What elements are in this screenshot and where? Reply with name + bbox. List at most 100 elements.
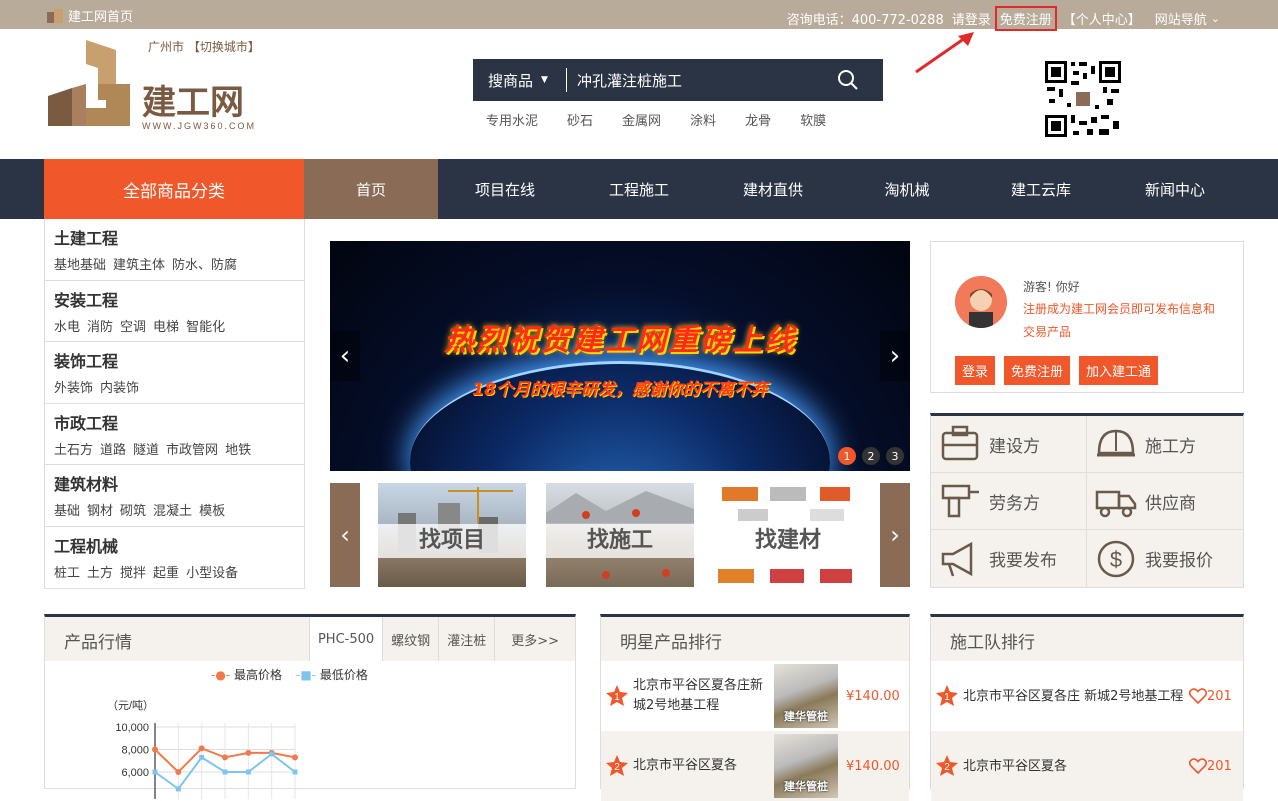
category-link[interactable]: 混凝土 (153, 504, 192, 519)
banner-pagination: 1 2 3 (838, 447, 904, 465)
like-count[interactable]: 201 (1189, 758, 1232, 774)
category-link[interactable]: 防水、防腐 (172, 258, 237, 273)
nav-item-home[interactable]: 首页 (304, 159, 438, 219)
top-bar-links: 咨询电话：400-772-0288 请登录 免费注册 【个人中心】 网站导航 ⌄ (783, 6, 1220, 31)
find-construction-card[interactable]: 找施工 (546, 483, 694, 587)
search-category-select[interactable]: 搜商品 ▼ (473, 68, 567, 92)
market-title: 产品行情 (64, 633, 132, 653)
category-title[interactable]: 安装工程 (54, 287, 304, 311)
category-link[interactable]: 土石方 (54, 443, 93, 458)
data-point (222, 769, 228, 775)
category-link[interactable]: 消防 (87, 320, 113, 335)
hot-keyword[interactable]: 专用水泥 (486, 110, 538, 129)
hot-keyword[interactable]: 金属网 (622, 110, 661, 129)
login-button[interactable]: 登录 (955, 356, 996, 385)
role-quote[interactable]: $ 我要报价 (1087, 530, 1243, 587)
list-item[interactable]: 1 北京市平谷区夏各庄新城2号地基工程 建华管桩 ¥140.00 (601, 661, 909, 731)
find-project-card[interactable]: 找项目 (378, 483, 526, 587)
nav-item-construction[interactable]: 工程施工 (572, 159, 706, 219)
hot-keyword[interactable]: 砂石 (567, 110, 593, 129)
category-link[interactable]: 搅拌 (120, 566, 146, 581)
find-materials-card[interactable]: 找建材 (714, 483, 862, 587)
tab-rebar[interactable]: 螺纹钢 (382, 617, 438, 661)
category-link[interactable]: 地铁 (225, 443, 251, 458)
login-link[interactable]: 请登录 (952, 9, 991, 28)
category-link[interactable]: 市政管网 (166, 443, 218, 458)
category-link[interactable]: 桩工 (54, 566, 80, 581)
category-link[interactable]: 小型设备 (186, 566, 238, 581)
team-ranking-header: 施工队排行 (931, 617, 1243, 661)
team-name: 北京市平谷区夏各 (963, 758, 1068, 774)
category-link[interactable]: 道路 (100, 443, 126, 458)
role-contractor[interactable]: 施工方 (1087, 416, 1243, 473)
category-title[interactable]: 工程机械 (54, 533, 304, 557)
category-link[interactable]: 空调 (120, 320, 146, 335)
svg-text:$: $ (1110, 547, 1122, 572)
role-developer[interactable]: 建设方 (931, 416, 1087, 473)
banner-dot[interactable]: 1 (838, 447, 856, 465)
nav-item-machinery[interactable]: 淘机械 (840, 159, 974, 219)
nav-item-news[interactable]: 新闻中心 (1108, 159, 1242, 219)
banner-dot[interactable]: 2 (862, 447, 880, 465)
market-header: 产品行情 PHC-500 螺纹钢 灌注桩 更多>> (45, 617, 575, 661)
hot-keyword[interactable]: 涂料 (690, 110, 716, 129)
category-title[interactable]: 市政工程 (54, 410, 304, 434)
category-title[interactable]: 装饰工程 (54, 348, 304, 372)
carousel-prev-button[interactable]: ‹ (330, 483, 360, 587)
like-number: 201 (1207, 688, 1232, 704)
register-button[interactable]: 免费注册 (1004, 356, 1071, 385)
tab-pile[interactable]: 灌注桩 (438, 617, 494, 661)
category-link[interactable]: 电梯 (153, 320, 179, 335)
banner-prev-button[interactable]: ‹ (330, 331, 360, 381)
tab-phc500[interactable]: PHC-500 (308, 617, 383, 661)
list-item[interactable]: 1 北京市平谷区夏各庄 新城2号地基工程 201 (931, 661, 1243, 731)
search-icon[interactable] (837, 69, 859, 91)
category-link[interactable]: 建筑主体 (113, 258, 165, 273)
nav-item-materials[interactable]: 建材直供 (706, 159, 840, 219)
category-link[interactable]: 水电 (54, 320, 80, 335)
register-tip: 注册成为建工网会员即可发布信息和交易产品 (1023, 302, 1216, 339)
carousel-next-button[interactable]: › (880, 483, 910, 587)
banner-dot[interactable]: 3 (886, 447, 904, 465)
role-labor[interactable]: 劳务方 (931, 473, 1087, 530)
category-link[interactable]: 基础 (54, 504, 80, 519)
category-link[interactable]: 土方 (87, 566, 113, 581)
role-label: 供应商 (1145, 493, 1196, 514)
category-link[interactable]: 基地基础 (54, 258, 106, 273)
category-link[interactable]: 钢材 (87, 504, 113, 519)
switch-city-link[interactable]: 【切换城市】 (188, 40, 260, 54)
all-categories-button[interactable]: 全部商品分类 (44, 159, 304, 219)
join-button[interactable]: 加入建工通 (1079, 356, 1159, 385)
data-point (198, 745, 205, 752)
dollar-icon: $ (1097, 540, 1135, 577)
category-link[interactable]: 起重 (153, 566, 179, 581)
category-link[interactable]: 隧道 (133, 443, 159, 458)
list-item[interactable]: 2 北京市平谷区夏各 201 (931, 731, 1243, 801)
category-title[interactable]: 土建工程 (54, 225, 304, 249)
category-link[interactable]: 模板 (199, 504, 225, 519)
role-supplier[interactable]: 供应商 (1087, 473, 1243, 530)
home-link[interactable]: 建工网首页 (46, 6, 133, 25)
tab-more[interactable]: 更多>> (494, 617, 575, 661)
category-link[interactable]: 智能化 (186, 320, 225, 335)
site-nav-link[interactable]: 网站导航 (1155, 9, 1207, 28)
category-title[interactable]: 建筑材料 (54, 471, 304, 495)
banner-next-button[interactable]: › (880, 331, 910, 381)
nav-item-projects[interactable]: 项目在线 (438, 159, 572, 219)
search-input[interactable]: 冲孔灌注桩施工 (567, 70, 837, 91)
like-count[interactable]: 201 (1189, 688, 1232, 704)
register-link[interactable]: 免费注册 (994, 6, 1057, 31)
list-item[interactable]: 2 北京市平谷区夏各 建华管桩 ¥140.00 (601, 731, 909, 801)
category-link[interactable]: 内装饰 (100, 381, 139, 396)
hero-banner[interactable]: 热烈祝贺建工网重磅上线 18个月的艰辛研发，感谢你的不离不弃 ‹ › 1 2 3 (330, 241, 910, 471)
city-selector[interactable]: 广州市 【切换城市】 (148, 38, 260, 55)
category-link[interactable]: 外装饰 (54, 381, 93, 396)
role-publish[interactable]: 我要发布 (931, 530, 1087, 587)
team-ranking-title: 施工队排行 (950, 633, 1035, 653)
hot-keyword[interactable]: 软膜 (800, 110, 826, 129)
category-link[interactable]: 砌筑 (120, 504, 146, 519)
product-name: 北京市平谷区夏各 (633, 758, 738, 773)
nav-item-cloud[interactable]: 建工云库 (974, 159, 1108, 219)
hot-keyword[interactable]: 龙骨 (745, 110, 771, 129)
personal-center-link[interactable]: 【个人中心】 (1063, 9, 1141, 28)
